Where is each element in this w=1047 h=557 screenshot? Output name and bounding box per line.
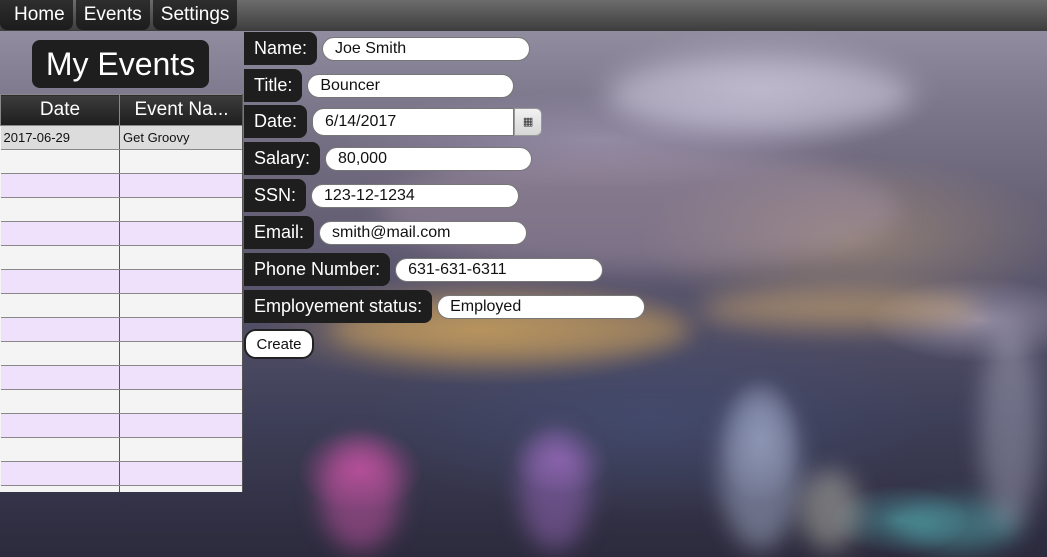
cell-event-name — [119, 245, 242, 270]
nav-settings[interactable]: Settings — [152, 0, 238, 30]
table-row[interactable] — [0, 269, 242, 294]
cell-event-name — [119, 461, 242, 486]
cell-event-name — [119, 365, 242, 390]
table-row[interactable] — [0, 485, 242, 492]
table-row[interactable] — [0, 365, 242, 390]
cell-date — [0, 437, 120, 462]
cell-date — [0, 269, 120, 294]
table-row[interactable] — [0, 173, 242, 198]
cell-date — [0, 413, 120, 438]
cell-date — [0, 173, 120, 198]
salary-row: Salary: — [244, 142, 533, 175]
cell-date — [0, 149, 120, 174]
cell-date — [0, 341, 120, 366]
cell-event-name — [119, 221, 242, 246]
ssn-label: SSN: — [244, 179, 307, 212]
salary-field[interactable] — [325, 146, 533, 171]
create-button[interactable]: Create — [244, 329, 314, 359]
name-field[interactable] — [322, 36, 531, 61]
nav-events[interactable]: Events — [75, 0, 150, 30]
phone-field[interactable] — [395, 257, 604, 282]
cell-event-name — [119, 389, 242, 414]
name-label: Name: — [244, 32, 318, 65]
table-row[interactable] — [0, 413, 242, 438]
cell-event-name — [119, 341, 242, 366]
email-field[interactable] — [319, 220, 528, 245]
title-row: Title: — [244, 69, 515, 102]
table-row[interactable] — [0, 197, 242, 222]
table-row[interactable] — [0, 341, 242, 366]
cell-date — [0, 389, 120, 414]
cell-event-name — [119, 173, 242, 198]
column-header-event-name[interactable]: Event Na... — [119, 94, 242, 126]
table-row[interactable] — [0, 149, 242, 174]
status-field[interactable] — [437, 294, 646, 319]
table-row[interactable] — [0, 293, 242, 318]
date-picker: ▦ — [312, 107, 543, 136]
nav-home[interactable]: Home — [0, 0, 73, 30]
status-label: Employement status: — [244, 290, 433, 323]
email-label: Email: — [244, 216, 315, 249]
cell-event-name — [119, 485, 242, 492]
table-row[interactable] — [0, 389, 242, 414]
date-field[interactable] — [312, 107, 515, 136]
column-header-date[interactable]: Date — [0, 94, 120, 126]
email-row: Email: — [244, 216, 528, 249]
title-field[interactable] — [307, 73, 515, 98]
salary-label: Salary: — [244, 142, 321, 175]
table-row[interactable] — [0, 437, 242, 462]
date-row: Date: ▦ — [244, 105, 543, 138]
ssn-row: SSN: — [244, 179, 520, 212]
top-nav: Home Events Settings — [0, 0, 1047, 31]
cell-date — [0, 485, 120, 492]
ssn-field[interactable] — [311, 183, 520, 208]
page-title: My Events — [32, 40, 209, 88]
table-row[interactable] — [0, 221, 242, 246]
cell-event-name — [119, 317, 242, 342]
table-row[interactable]: 2017-06-29 Get Groovy — [0, 125, 242, 150]
calendar-icon[interactable]: ▦ — [514, 107, 543, 136]
status-row: Employement status: — [244, 290, 646, 323]
table-row[interactable] — [0, 245, 242, 270]
phone-label: Phone Number: — [244, 253, 391, 286]
cell-event-name — [119, 293, 242, 318]
cell-event-name — [119, 413, 242, 438]
cell-event-name: Get Groovy — [119, 125, 242, 150]
cell-date — [0, 197, 120, 222]
cell-date: 2017-06-29 — [0, 125, 120, 150]
cell-date — [0, 221, 120, 246]
phone-row: Phone Number: — [244, 253, 604, 286]
table-header-row: Date Event Na... — [0, 94, 242, 126]
cell-date — [0, 293, 120, 318]
table-row[interactable] — [0, 317, 242, 342]
cell-event-name — [119, 437, 242, 462]
cell-date — [0, 245, 120, 270]
cell-date — [0, 317, 120, 342]
date-label: Date: — [244, 105, 308, 138]
cell-date — [0, 365, 120, 390]
cell-event-name — [119, 269, 242, 294]
events-table: Date Event Na... 2017-06-29 Get Groovy — [0, 94, 243, 492]
name-row: Name: — [244, 32, 531, 65]
title-label: Title: — [244, 69, 303, 102]
cell-event-name — [119, 149, 242, 174]
table-row[interactable] — [0, 461, 242, 486]
cell-event-name — [119, 197, 242, 222]
cell-date — [0, 461, 120, 486]
